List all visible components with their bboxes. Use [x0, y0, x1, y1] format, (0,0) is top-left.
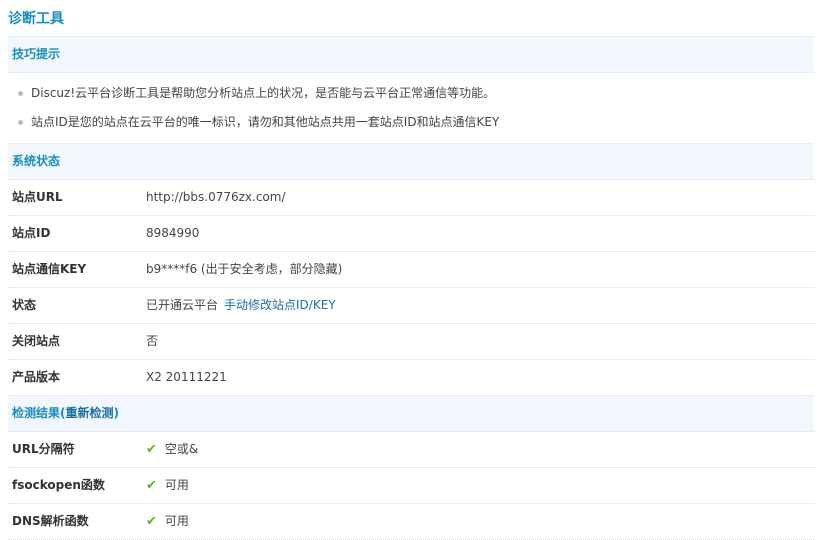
row-label: 站点URL [12, 190, 63, 204]
status-row-key: 站点通信KEY b9****f6 (出于安全考虑，部分隐藏) [8, 252, 814, 288]
row-value: 可用 [164, 514, 189, 528]
row-value: X2 20111221 [146, 370, 227, 384]
status-row-url: 站点URL http://bbs.0776zx.com/ [8, 180, 814, 216]
tip-text: Discuz!云平台诊断工具是帮助您分析站点上的状况，是否能与云平台正常通信等功… [31, 86, 496, 100]
results-header: 检测结果(重新检测) [8, 395, 814, 432]
diagnostic-table: 技巧提示 Discuz!云平台诊断工具是帮助您分析站点上的状况，是否能与云平台正… [8, 36, 814, 540]
row-value: 空或& [164, 442, 199, 456]
check-icon: ✔ [146, 514, 157, 529]
row-label: fsockopen函数 [12, 478, 105, 492]
row-value: 8984990 [146, 226, 200, 240]
row-label: 关闭站点 [12, 334, 61, 348]
row-value: 已开通云平台 [146, 298, 219, 312]
check-icon: ✔ [146, 442, 157, 457]
row-label: 产品版本 [12, 370, 61, 384]
result-row: URL分隔符 ✔ 空或& [8, 432, 814, 468]
edit-site-id-key-link[interactable]: 手动修改站点ID/KEY [224, 298, 336, 312]
status-row-closed: 关闭站点 否 [8, 324, 814, 360]
recheck-link[interactable]: 重新检测 [66, 406, 114, 420]
status-row-version: 产品版本 X2 20111221 [8, 360, 814, 395]
row-value: http://bbs.0776zx.com/ [146, 190, 286, 204]
tip-item: Discuz!云平台诊断工具是帮助您分析站点上的状况，是否能与云平台正常通信等功… [8, 79, 814, 108]
row-label: URL分隔符 [12, 442, 75, 456]
row-value: 可用 [164, 478, 189, 492]
bullet-icon [18, 91, 23, 96]
row-label: DNS解析函数 [12, 514, 89, 528]
row-value: b9****f6 (出于安全考虑，部分隐藏) [146, 262, 343, 276]
result-row: fsockopen函数 ✔ 可用 [8, 468, 814, 504]
row-label: 状态 [12, 298, 37, 312]
row-label: 站点通信KEY [12, 262, 87, 276]
results-header-text: 检测结果( [12, 406, 66, 420]
tips-header: 技巧提示 [8, 36, 814, 73]
results-header-suffix: ) [113, 406, 119, 420]
row-value: 否 [146, 334, 159, 348]
bullet-icon [18, 120, 23, 125]
page-title: 诊断工具 [8, 11, 64, 27]
status-row-id: 站点ID 8984990 [8, 216, 814, 252]
status-header: 系统状态 [8, 143, 814, 180]
tip-item: 站点ID是您的站点在云平台的唯一标识，请勿和其他站点共用一套站点ID和站点通信K… [8, 108, 814, 137]
status-row-state: 状态 已开通云平台 手动修改站点ID/KEY [8, 288, 814, 324]
tip-text: 站点ID是您的站点在云平台的唯一标识，请勿和其他站点共用一套站点ID和站点通信K… [31, 115, 500, 129]
row-label: 站点ID [12, 226, 51, 240]
check-icon: ✔ [146, 478, 157, 493]
result-row: DNS解析函数 ✔ 可用 [8, 504, 814, 540]
